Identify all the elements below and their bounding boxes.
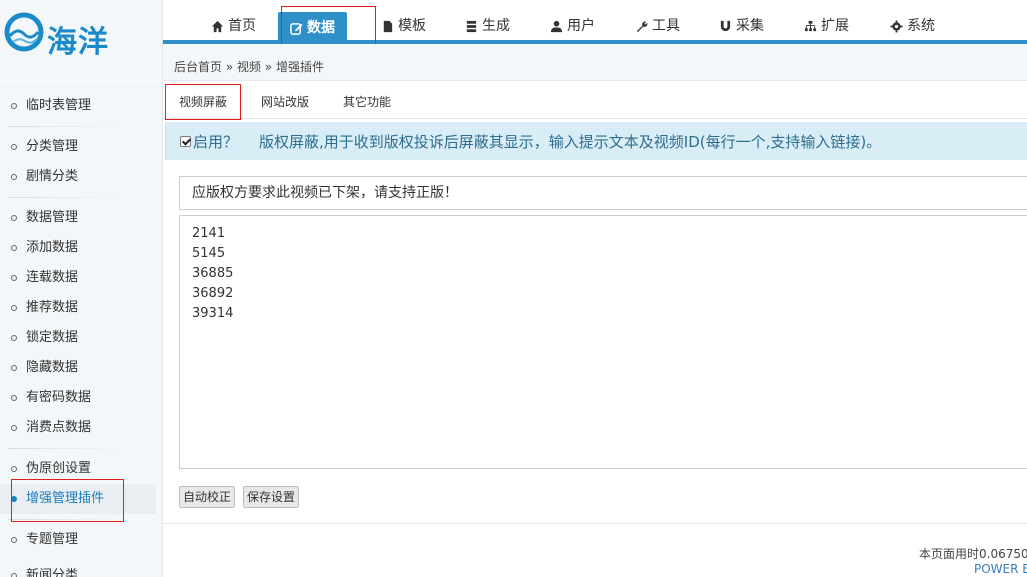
footer-timing: 本页面用时0.067507 <box>919 547 1027 561</box>
nav-extend-label: 扩展 <box>821 18 849 34</box>
nav-data-label: 数据 <box>307 20 335 36</box>
sidebar-item-label: 数据管理 <box>26 210 79 225</box>
sidebar-item-category[interactable]: 分类管理 <box>0 132 162 162</box>
sidebar-item-label: 增强管理插件 <box>26 491 105 506</box>
sidebar-divider <box>8 448 123 449</box>
sidebar-item-pseudo-original[interactable]: 伪原创设置 <box>0 454 162 484</box>
nav-generate[interactable]: 生成 <box>465 12 510 40</box>
tab-other-functions[interactable]: 其它功能 <box>343 93 391 110</box>
sidebar-divider <box>8 197 123 198</box>
sidebar: 临时表管理 分类管理 剧情分类 数据管理 添加数据 连载数据 推荐数据 锁定数据… <box>0 82 163 577</box>
tab-site-revamp[interactable]: 网站改版 <box>261 93 309 110</box>
nav-home[interactable]: 首页 <box>211 12 256 40</box>
nav-collect-label: 采集 <box>736 18 764 34</box>
bullet-icon <box>11 466 17 472</box>
sidebar-divider <box>8 126 123 127</box>
bullet-icon <box>11 103 17 109</box>
sidebar-item-points-data[interactable]: 消费点数据 <box>0 413 162 443</box>
sidebar-item-data-manage[interactable]: 数据管理 <box>0 203 162 233</box>
nav-extend[interactable]: 扩展 <box>804 12 849 40</box>
bullet-icon <box>11 335 17 341</box>
home-icon <box>211 20 224 32</box>
file-icon <box>383 20 393 32</box>
logo: 海洋 <box>0 0 163 81</box>
bullet-icon <box>11 395 17 401</box>
nav-system-label: 系统 <box>907 18 935 34</box>
magnet-icon <box>720 20 731 31</box>
nav-tools[interactable]: 工具 <box>635 12 680 40</box>
video-id-textarea[interactable]: 2141 5145 36885 36892 39314 <box>179 215 1027 469</box>
sidebar-item-label: 推荐数据 <box>26 300 79 315</box>
sidebar-item-label: 临时表管理 <box>26 98 92 113</box>
sidebar-item-add-data[interactable]: 添加数据 <box>0 233 162 263</box>
logo-text: 海洋 <box>47 25 109 60</box>
sidebar-item-label: 连载数据 <box>26 270 79 285</box>
sidebar-item-label: 伪原创设置 <box>26 461 92 476</box>
bullet-icon <box>11 537 17 543</box>
sidebar-item-recommend-data[interactable]: 推荐数据 <box>0 293 162 323</box>
breadcrumb-bar: 后台首页 » 视频 » 增强插件 <box>163 44 1027 81</box>
bullet-icon <box>11 425 17 431</box>
nav-template-label: 模板 <box>398 18 426 34</box>
sidebar-divider <box>8 519 123 520</box>
sitemap-icon <box>804 20 817 31</box>
save-settings-button[interactable]: 保存设置 <box>243 486 300 508</box>
notice-bar: 启用？ 版权屏蔽,用于收到版权投诉后屏蔽其显示，输入提示文本及视频ID(每行一个… <box>165 122 1027 160</box>
bullet-icon <box>11 365 17 371</box>
bullet-icon <box>11 305 17 311</box>
sidebar-item-serial-data[interactable]: 连载数据 <box>0 263 162 293</box>
bullet-icon <box>11 215 17 221</box>
gear-icon <box>890 19 903 33</box>
sidebar-item-label: 锁定数据 <box>26 330 79 345</box>
sidebar-item-label: 剧情分类 <box>26 169 79 184</box>
sidebar-item-label: 专题管理 <box>26 532 79 547</box>
bullet-icon <box>11 275 17 281</box>
nav-home-label: 首页 <box>228 18 256 34</box>
nav-template[interactable]: 模板 <box>381 12 426 40</box>
nav-data[interactable]: 数据 <box>278 12 347 44</box>
sidebar-item-label: 添加数据 <box>26 240 79 255</box>
user-icon <box>550 20 563 32</box>
enable-checkbox[interactable] <box>180 136 191 147</box>
server-icon <box>466 20 477 32</box>
sidebar-item-news-category[interactable]: 新闻分类 <box>0 561 162 577</box>
sidebar-item-topic[interactable]: 专题管理 <box>0 525 162 555</box>
content-divider <box>163 523 1027 524</box>
nav-generate-label: 生成 <box>482 18 510 34</box>
nav-system[interactable]: 系统 <box>890 12 935 40</box>
sidebar-item-hidden-data[interactable]: 隐藏数据 <box>0 353 162 383</box>
tab-bar: 视频屏蔽 网站改版 其它功能 <box>163 82 1027 119</box>
block-message-input[interactable]: 应版权方要求此视频已下架，请支持正版！ <box>179 176 1027 210</box>
sidebar-item-locked-data[interactable]: 锁定数据 <box>0 323 162 353</box>
sidebar-item-label: 新闻分类 <box>26 568 79 577</box>
nav-user-label: 用户 <box>567 18 595 34</box>
sidebar-item-label: 分类管理 <box>26 139 79 154</box>
sidebar-item-enhanced-plugin[interactable]: 增强管理插件 <box>0 484 156 514</box>
bullet-icon <box>11 573 17 577</box>
sidebar-item-password-data[interactable]: 有密码数据 <box>0 383 162 413</box>
nav-tools-label: 工具 <box>652 18 680 34</box>
nav-collect[interactable]: 采集 <box>719 12 764 40</box>
logo-icon <box>4 12 44 52</box>
sidebar-item-plot-category[interactable]: 剧情分类 <box>0 162 162 192</box>
sidebar-item-label: 有密码数据 <box>26 390 92 405</box>
breadcrumb: 后台首页 » 视频 » 增强插件 <box>174 60 324 74</box>
notice-text: 版权屏蔽,用于收到版权投诉后屏蔽其显示，输入提示文本及视频ID(每行一个,支持输… <box>259 133 882 151</box>
sidebar-item-label: 隐藏数据 <box>26 360 79 375</box>
bullet-icon <box>11 496 17 502</box>
bullet-icon <box>11 144 17 150</box>
tab-video-block[interactable]: 视频屏蔽 <box>179 93 227 110</box>
auto-correct-button[interactable]: 自动校正 <box>179 486 236 508</box>
bullet-icon <box>11 245 17 251</box>
bullet-icon <box>11 174 17 180</box>
sidebar-item-temp-table[interactable]: 临时表管理 <box>0 91 162 121</box>
footer-power: POWER B <box>974 562 1027 576</box>
edit-icon <box>290 22 303 35</box>
sidebar-item-label: 消费点数据 <box>26 420 92 435</box>
nav-user[interactable]: 用户 <box>550 12 595 40</box>
enable-label: 启用？ <box>193 133 239 151</box>
wrench-icon <box>636 21 648 32</box>
